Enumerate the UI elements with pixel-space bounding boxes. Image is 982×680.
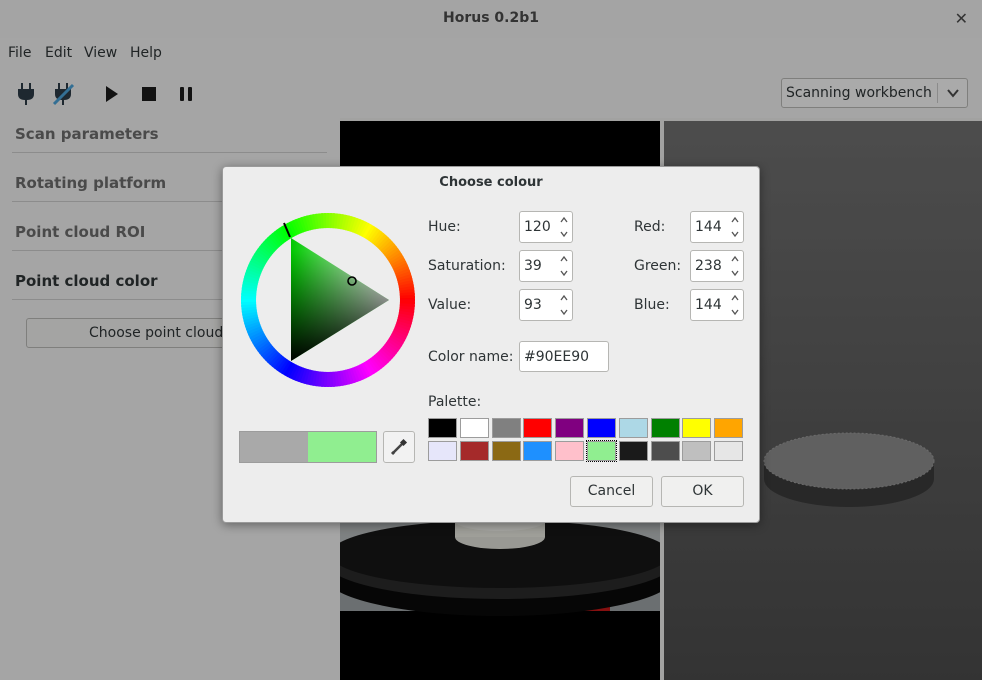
palette-swatch[interactable]	[523, 418, 553, 438]
hue-label: Hue:	[428, 219, 461, 235]
palette-swatch[interactable]	[650, 441, 680, 461]
palette-swatch[interactable]	[650, 418, 680, 438]
green-spinbox[interactable]: 238	[690, 250, 744, 282]
palette-swatch[interactable]	[428, 418, 457, 438]
cancel-button[interactable]: Cancel	[570, 476, 653, 507]
palette-swatch[interactable]	[682, 418, 712, 438]
palette-swatch[interactable]	[459, 441, 489, 461]
green-value: 238	[695, 258, 722, 274]
color-name-value: #90EE90	[524, 349, 590, 365]
red-spinbox[interactable]: 144	[690, 211, 744, 243]
palette-swatch[interactable]	[555, 418, 585, 438]
palette-swatch[interactable]	[586, 440, 617, 462]
eyedropper-button[interactable]	[383, 431, 415, 463]
palette-swatch[interactable]	[714, 418, 744, 438]
previous-color-swatch	[240, 432, 308, 462]
green-label: Green:	[634, 258, 682, 274]
palette-swatch[interactable]	[618, 418, 648, 438]
saturation-spinbox[interactable]: 39	[519, 250, 573, 282]
spin-down-icon[interactable]	[559, 268, 569, 278]
color-name-label: Color name:	[428, 349, 514, 365]
saturation-value: 39	[524, 258, 542, 274]
value-spinbox[interactable]: 93	[519, 289, 573, 321]
blue-spinbox[interactable]: 144	[690, 289, 744, 321]
palette-swatch[interactable]	[682, 441, 712, 461]
palette-swatch[interactable]	[555, 441, 585, 461]
spin-down-icon[interactable]	[730, 229, 740, 239]
color-name-field[interactable]: #90EE90	[519, 341, 609, 372]
spin-down-icon[interactable]	[559, 307, 569, 317]
spin-down-icon[interactable]	[730, 268, 740, 278]
spin-up-icon[interactable]	[730, 215, 740, 225]
palette-swatch[interactable]	[714, 441, 744, 461]
value-label: Value:	[428, 297, 472, 313]
spin-up-icon[interactable]	[730, 254, 740, 264]
ok-label: OK	[692, 483, 713, 499]
hue-value: 120	[524, 219, 551, 235]
color-preview	[239, 431, 377, 463]
spin-down-icon[interactable]	[730, 307, 740, 317]
red-label: Red:	[634, 219, 666, 235]
palette-swatch[interactable]	[491, 441, 521, 461]
palette-swatch[interactable]	[587, 418, 616, 438]
dialog-title: Choose colour	[439, 175, 543, 190]
value-value: 93	[524, 297, 542, 313]
palette-swatch[interactable]	[523, 441, 553, 461]
ok-button[interactable]: OK	[661, 476, 744, 507]
color-wheel[interactable]	[239, 211, 417, 389]
palette-swatch[interactable]	[428, 441, 457, 461]
saturation-label: Saturation:	[428, 258, 506, 274]
color-chooser-dialog: Choose colour Hue: 120 Saturation: 39 Va…	[222, 166, 760, 523]
spin-up-icon[interactable]	[559, 293, 569, 303]
spin-up-icon[interactable]	[730, 293, 740, 303]
palette-label: Palette:	[428, 394, 482, 410]
hue-spinbox[interactable]: 120	[519, 211, 573, 243]
spin-down-icon[interactable]	[559, 229, 569, 239]
palette-swatch[interactable]	[618, 441, 648, 461]
cancel-label: Cancel	[587, 483, 636, 499]
blue-label: Blue:	[634, 297, 670, 313]
current-color-swatch	[308, 432, 376, 462]
blue-value: 144	[695, 297, 722, 313]
palette-swatch[interactable]	[459, 418, 489, 438]
spin-up-icon[interactable]	[559, 254, 569, 264]
spin-up-icon[interactable]	[559, 215, 569, 225]
eyedropper-icon	[390, 438, 408, 456]
palette-swatch[interactable]	[491, 418, 521, 438]
red-value: 144	[695, 219, 722, 235]
